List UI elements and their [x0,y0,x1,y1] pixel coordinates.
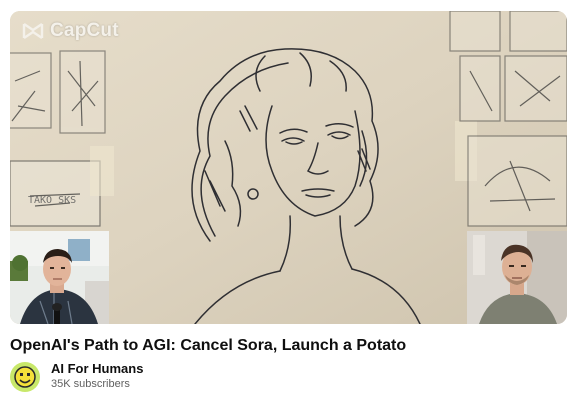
host-person-right [467,231,567,324]
subscriber-count: 35K subscribers [51,378,130,390]
webcam-right-host [467,231,567,324]
webcam-left-host [10,231,109,324]
capcut-logo-icon [22,23,44,39]
pixel-smiley-avatar-icon[interactable] [10,361,40,392]
channel-name[interactable]: AI For Humans [51,361,143,377]
channel-info[interactable]: AI For Humans 35K subscribers [10,361,143,392]
storyboard-text: TAKO SKS [28,195,76,206]
video-player[interactable]: TAKO SKS CapCut [10,11,567,324]
capcut-watermark: CapCut [22,20,119,42]
capcut-brand-label: CapCut [50,20,119,41]
video-title[interactable]: OpenAI's Path to AGI: Cancel Sora, Launc… [10,337,406,355]
host-person-left [10,231,109,324]
